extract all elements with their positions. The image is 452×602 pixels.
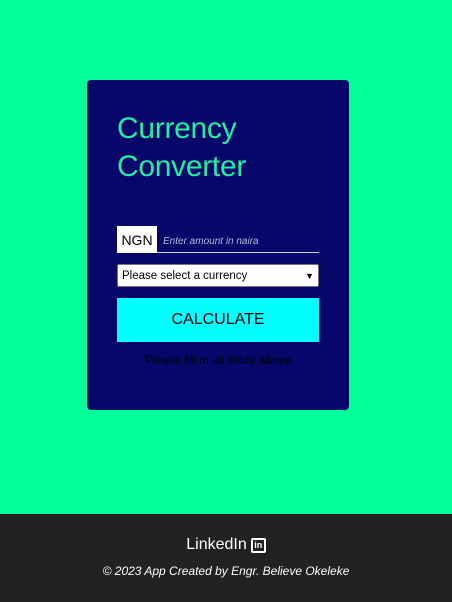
calculate-button[interactable]: CALCULATE — [117, 298, 319, 342]
copyright-text: © 2023 App Created by Engr. Believe Okel… — [102, 564, 350, 578]
footer: LinkedIn in © 2023 App Created by Engr. … — [0, 514, 452, 602]
status-message: Please fill in all fields above — [144, 353, 292, 367]
amount-row: NGN — [117, 226, 319, 253]
currency-select[interactable]: Please select a currency ▼ — [117, 264, 319, 287]
linkedin-icon: in — [250, 537, 266, 553]
amount-input[interactable] — [157, 226, 319, 253]
page-title: Currency Converter — [117, 112, 247, 183]
currency-code-label: NGN — [117, 226, 157, 253]
chevron-down-icon: ▼ — [305, 270, 314, 281]
linkedin-link[interactable]: LinkedIn in — [0, 536, 452, 554]
converter-card: Currency Converter NGN Please select a c… — [87, 80, 349, 410]
currency-select-value: Please select a currency — [122, 269, 248, 282]
linkedin-label: LinkedIn — [186, 536, 247, 553]
